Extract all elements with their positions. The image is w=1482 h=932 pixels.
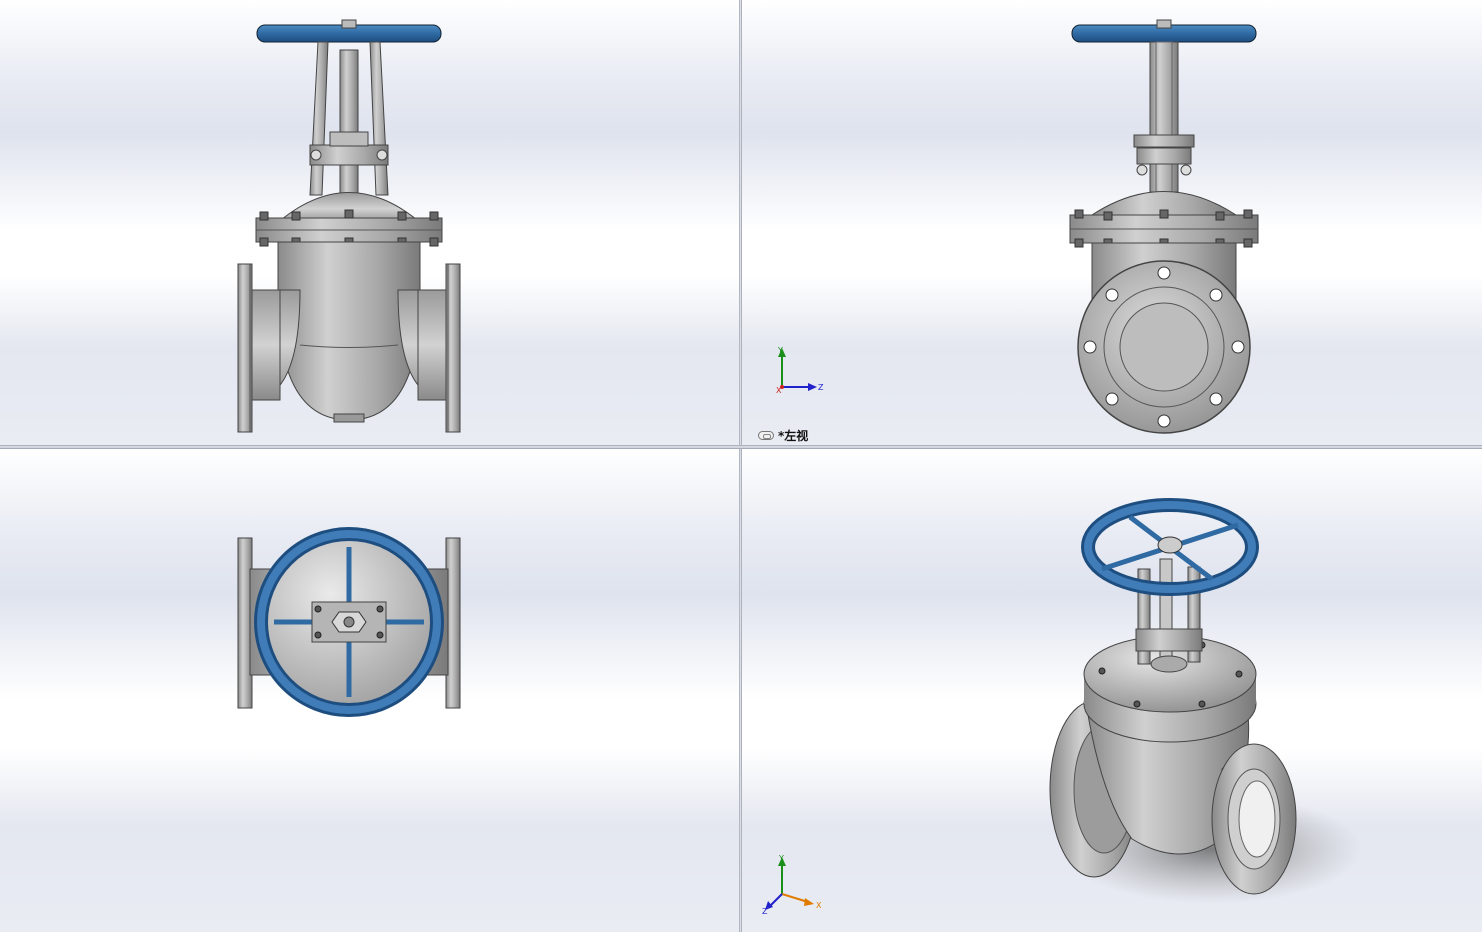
valve-front-view[interactable]: [0, 0, 739, 445]
viewport-left[interactable]: Y Z X *左视: [742, 0, 1482, 445]
axis-z-label: Z: [762, 907, 768, 914]
viewport-splitter-vertical[interactable]: [739, 0, 742, 932]
axis-y-label: Y: [778, 854, 784, 863]
axis-y-label: Y: [777, 346, 783, 355]
viewport-splitter-horizontal[interactable]: [0, 445, 1482, 449]
link-view-icon[interactable]: [758, 430, 774, 440]
axis-x-label: X: [776, 386, 782, 395]
coordinate-triad-iso: Y X Z: [762, 854, 822, 914]
axis-x-label: X: [816, 901, 822, 910]
coordinate-triad: Y Z X: [776, 346, 824, 395]
viewport-top[interactable]: [0, 449, 739, 932]
valve-top-view[interactable]: [0, 449, 739, 932]
valve-iso-view[interactable]: [742, 449, 1482, 932]
viewport-iso[interactable]: Y X Z: [742, 449, 1482, 932]
valve-left-view[interactable]: [742, 0, 1482, 445]
axis-z-label: Z: [818, 383, 824, 392]
view-name-label[interactable]: *左视: [758, 428, 809, 443]
viewport-front[interactable]: [0, 0, 739, 445]
view-name-text: *左视: [778, 428, 809, 443]
